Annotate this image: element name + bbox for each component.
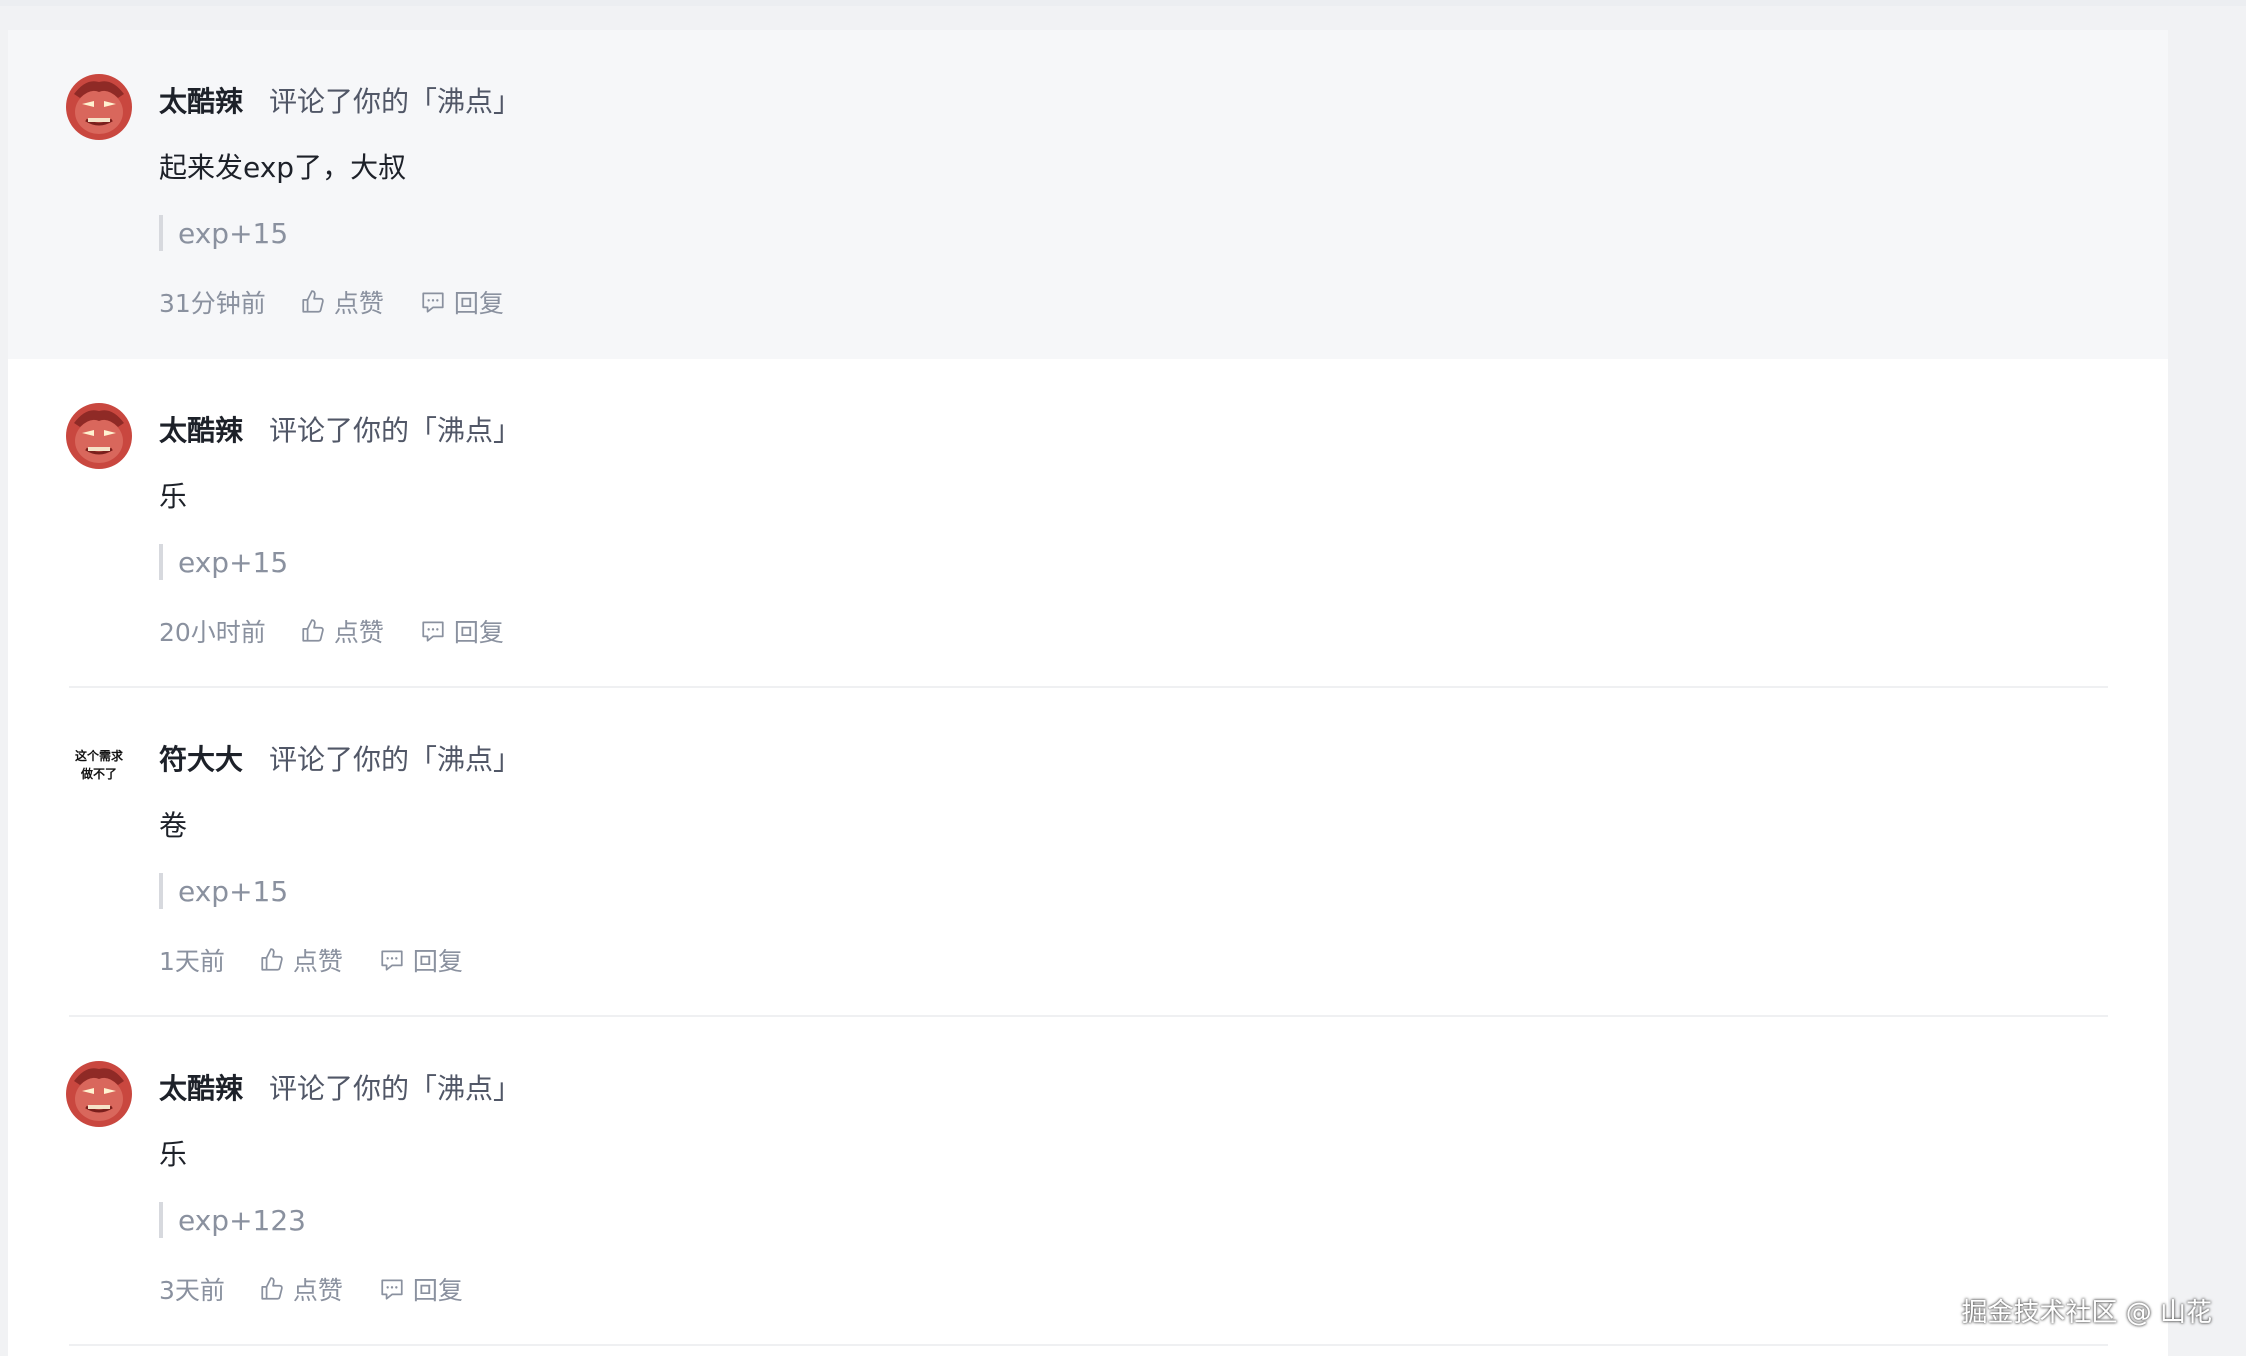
reply-button[interactable]: 回复 [420, 284, 504, 320]
avatar-text-line: 做不了 [80, 767, 117, 781]
timestamp: 3天前 [159, 1276, 225, 1305]
avatar[interactable]: 这个需求 做不了 [66, 732, 132, 798]
notification-header: 太酷辣 评论了你的「沸点」 [159, 409, 521, 449]
like-label: 点赞 [292, 1276, 343, 1305]
action-text[interactable]: 评论了你的「沸点」 [269, 738, 521, 778]
quoted-post[interactable]: exp+15 [159, 215, 288, 251]
action-text[interactable]: 评论了你的「沸点」 [269, 409, 521, 449]
thumbs-up-icon [302, 619, 324, 642]
like-label: 点赞 [292, 947, 343, 976]
quoted-post[interactable]: exp+15 [159, 544, 288, 580]
thumbs-up-icon [302, 290, 324, 313]
comment-icon [422, 292, 444, 313]
reply-button[interactable]: 回复 [379, 942, 463, 978]
comment-icon [381, 1279, 403, 1300]
notification-meta: 31分钟前 点赞 回复 [159, 284, 540, 320]
thumbs-up-icon [261, 1277, 283, 1300]
comment-content: 卷 [159, 809, 188, 842]
reply-label: 回复 [412, 1276, 463, 1305]
username-link[interactable]: 太酷辣 [159, 1067, 243, 1107]
like-label: 点赞 [333, 618, 384, 647]
notification-item[interactable]: 这个需求 做不了 符大大 评论了你的「沸点」 卷 exp+15 1天前 点赞 回… [8, 688, 2168, 1017]
like-button[interactable]: 点赞 [300, 284, 384, 320]
comment-content: 乐 [159, 1138, 188, 1171]
notification-item[interactable]: 太酷辣 评论了你的「沸点」 乐 exp+123 3天前 点赞 回复 [8, 1017, 2168, 1346]
notification-meta: 20小时前 点赞 回复 [159, 613, 540, 649]
notification-item[interactable]: 太酷辣 评论了你的「沸点」 起来发exp了，大叔 exp+15 31分钟前 点赞… [8, 30, 2168, 359]
avatar[interactable] [66, 1061, 132, 1127]
notification-header: 太酷辣 评论了你的「沸点」 [159, 1067, 521, 1107]
thumbs-up-icon [261, 948, 283, 971]
top-border [0, 0, 2246, 6]
username-link[interactable]: 太酷辣 [159, 409, 243, 449]
like-button[interactable]: 点赞 [259, 1271, 343, 1307]
notification-item[interactable]: 太酷辣 评论了你的「沸点」 乐 exp+15 20小时前 点赞 回复 [8, 359, 2168, 688]
reply-label: 回复 [412, 947, 463, 976]
timestamp: 1天前 [159, 947, 225, 976]
username-link[interactable]: 符大大 [159, 738, 243, 778]
notification-list: 太酷辣 评论了你的「沸点」 起来发exp了，大叔 exp+15 31分钟前 点赞… [8, 30, 2168, 1356]
notification-meta: 1天前 点赞 回复 [159, 942, 499, 978]
cartoon-face-icon [66, 403, 132, 469]
avatar[interactable] [66, 403, 132, 469]
notification-meta: 3天前 点赞 回复 [159, 1271, 499, 1307]
comment-icon [422, 621, 444, 642]
reply-label: 回复 [453, 618, 504, 647]
quoted-post[interactable]: exp+123 [159, 1202, 306, 1238]
avatar[interactable] [66, 74, 132, 140]
watermark: 掘金技术社区 @ 山花 [1961, 1298, 2212, 1328]
quoted-post[interactable]: exp+15 [159, 873, 288, 909]
timestamp: 31分钟前 [159, 289, 266, 318]
avatar-text-line: 这个需求 [74, 749, 123, 763]
comment-icon [381, 950, 403, 971]
divider [69, 1344, 2108, 1346]
action-text[interactable]: 评论了你的「沸点」 [269, 80, 521, 120]
cartoon-face-icon [66, 74, 132, 140]
reply-button[interactable]: 回复 [379, 1271, 463, 1307]
reply-label: 回复 [453, 289, 504, 318]
like-label: 点赞 [333, 289, 384, 318]
like-button[interactable]: 点赞 [300, 613, 384, 649]
notification-header: 符大大 评论了你的「沸点」 [159, 738, 521, 778]
like-button[interactable]: 点赞 [259, 942, 343, 978]
notification-header: 太酷辣 评论了你的「沸点」 [159, 80, 521, 120]
timestamp: 20小时前 [159, 618, 266, 647]
comment-content: 起来发exp了，大叔 [159, 151, 407, 184]
cartoon-face-icon [66, 1061, 132, 1127]
action-text[interactable]: 评论了你的「沸点」 [269, 1067, 521, 1107]
username-link[interactable]: 太酷辣 [159, 80, 243, 120]
reply-button[interactable]: 回复 [420, 613, 504, 649]
comment-content: 乐 [159, 480, 188, 513]
